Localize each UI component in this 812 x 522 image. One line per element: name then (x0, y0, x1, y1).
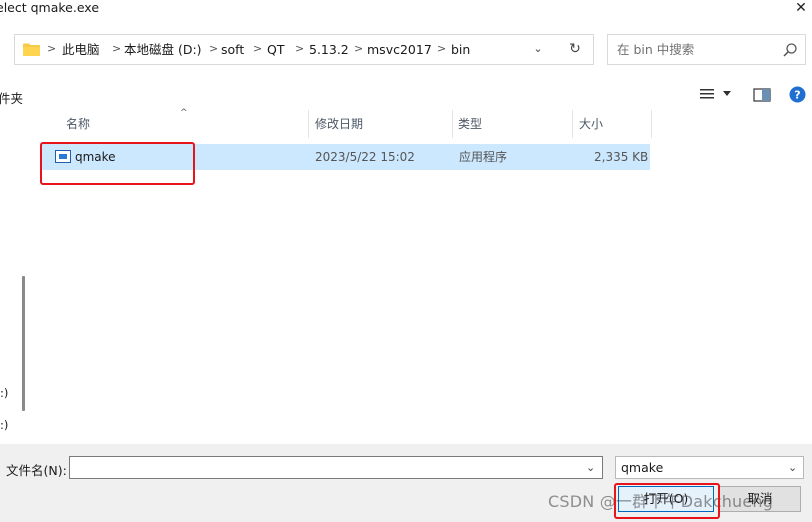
breadcrumb-this-pc[interactable]: 此电脑 (62, 35, 100, 64)
title-bar: elect qmake.exe ✕ (0, 0, 812, 24)
caret-down-icon (723, 91, 731, 96)
nav-item-drive[interactable]: :) (0, 418, 8, 432)
svg-text:?: ? (794, 89, 800, 102)
view-menu-button[interactable] (700, 86, 738, 104)
column-divider[interactable] (308, 110, 309, 138)
column-divider[interactable] (452, 110, 453, 138)
search-placeholder: 在 bin 中搜索 (617, 42, 695, 57)
chevron-down-icon[interactable]: ⌄ (531, 42, 545, 56)
chevron-right-icon[interactable]: > (354, 35, 363, 64)
close-button[interactable]: ✕ (790, 0, 812, 18)
breadcrumb-soft[interactable]: soft (221, 35, 244, 64)
file-modified: 2023/5/22 15:02 (315, 150, 415, 164)
refresh-icon[interactable]: ↻ (567, 41, 583, 57)
chevron-right-icon[interactable]: > (209, 35, 218, 64)
breadcrumb-local-disk-d[interactable]: 本地磁盘 (D:) (124, 35, 202, 64)
filename-label: 文件名(N): (6, 463, 67, 478)
nav-item-drive[interactable]: :) (0, 386, 8, 400)
chevron-right-icon[interactable]: > (253, 35, 262, 64)
sort-ascending-icon: ^ (180, 108, 188, 118)
annotation-highlight-file (40, 142, 195, 185)
address-bar[interactable]: > 此电脑 > 本地磁盘 (D:) > soft > QT > 5.13.2 >… (14, 34, 594, 65)
file-type: 应用程序 (459, 150, 508, 164)
navigation-pane[interactable]: :) :) (0, 110, 34, 516)
preview-pane-icon[interactable] (753, 86, 771, 104)
column-divider[interactable] (651, 110, 652, 138)
file-type-filter-select[interactable]: qmake ⌄ (615, 456, 804, 479)
list-view-icon (700, 89, 714, 99)
search-input[interactable]: 在 bin 中搜索 (607, 34, 806, 65)
chevron-right-icon[interactable]: > (112, 35, 121, 64)
filter-value: qmake (621, 460, 664, 475)
nav-scrollbar[interactable] (22, 276, 25, 411)
column-header-name[interactable]: 名称 (66, 110, 90, 138)
new-folder-button[interactable]: 件夹 (0, 88, 23, 107)
chevron-right-icon: > (47, 42, 57, 55)
breadcrumb-msvc2017[interactable]: msvc2017 (367, 35, 432, 64)
toolbar: 件夹 ? (0, 80, 812, 110)
column-header-row: 名称 ^ 修改日期 类型 大小 (34, 108, 652, 138)
column-header-type[interactable]: 类型 (458, 110, 482, 138)
annotation-highlight-open (614, 483, 720, 519)
breadcrumb-bin[interactable]: bin (451, 35, 470, 64)
breadcrumb-qt[interactable]: QT (267, 35, 284, 64)
folder-icon (23, 43, 40, 56)
column-header-modified[interactable]: 修改日期 (315, 110, 363, 138)
chevron-down-icon[interactable]: ⌄ (586, 461, 595, 474)
chevron-right-icon[interactable]: > (437, 35, 446, 64)
filename-input[interactable]: ⌄ (69, 456, 603, 479)
file-size: 2,335 KB (594, 150, 649, 164)
breadcrumb-5-13-2[interactable]: 5.13.2 (309, 35, 349, 64)
help-icon[interactable]: ? (789, 86, 806, 103)
chevron-down-icon: ⌄ (788, 461, 798, 474)
search-icon (783, 43, 797, 57)
column-header-size[interactable]: 大小 (579, 110, 603, 138)
column-divider[interactable] (572, 110, 573, 138)
window-title: elect qmake.exe (0, 0, 100, 15)
chevron-right-icon[interactable]: > (295, 35, 304, 64)
